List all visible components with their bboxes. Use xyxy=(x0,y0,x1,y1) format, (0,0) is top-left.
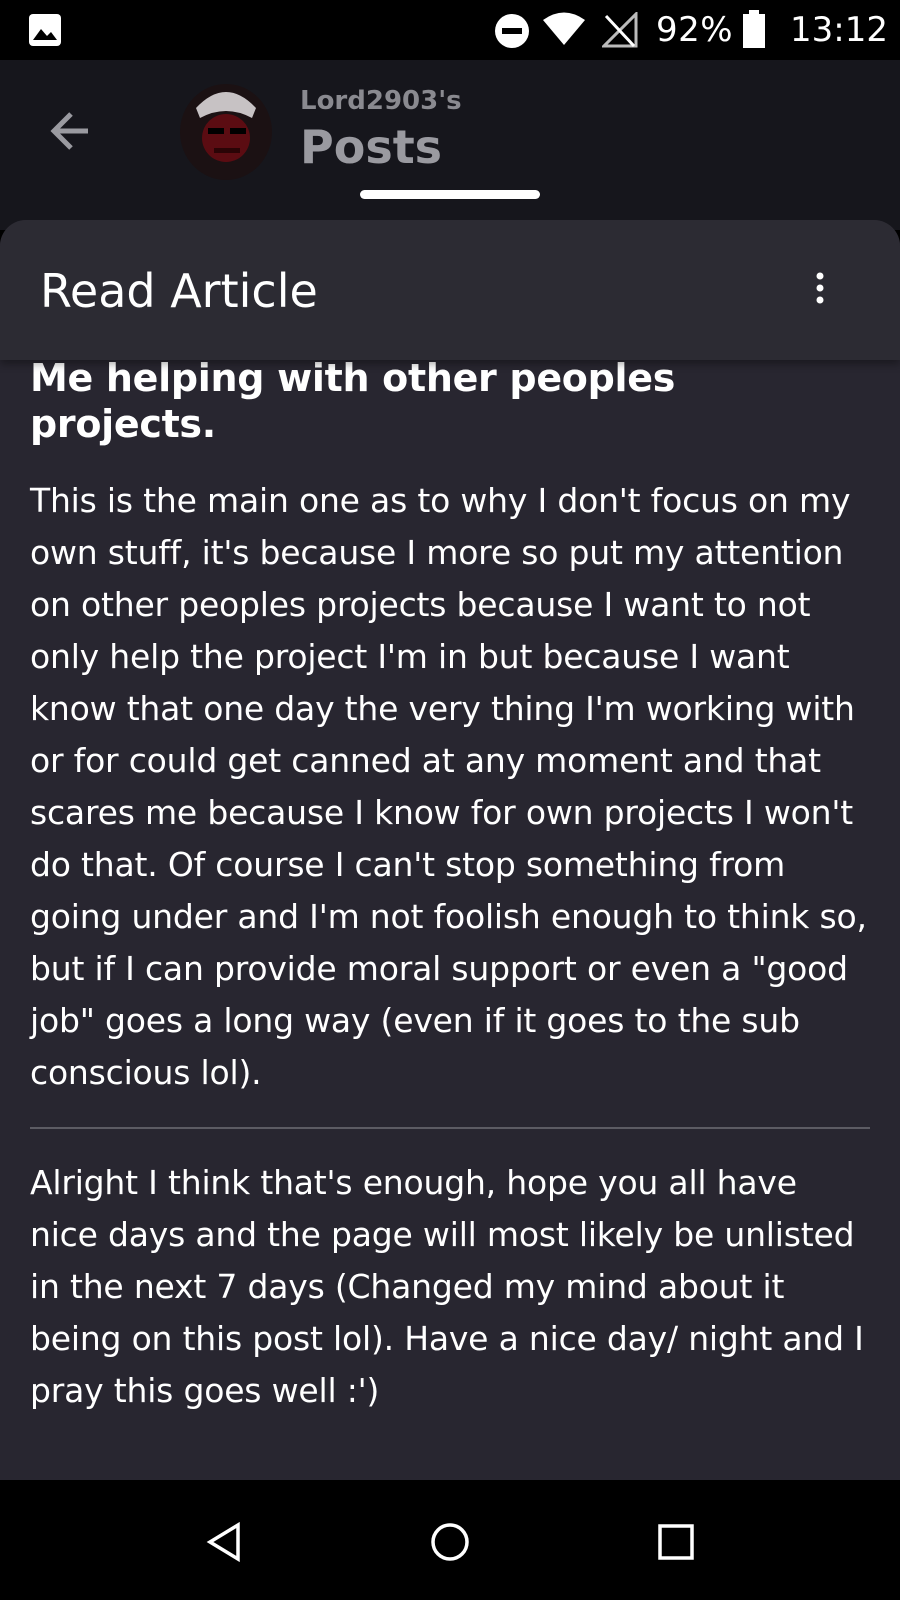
battery-percent: 92% xyxy=(656,10,734,50)
status-bar: 92% 13:12 xyxy=(0,0,900,60)
no-signal-icon xyxy=(602,12,638,48)
article-body: Me helping with other peoples projects. … xyxy=(30,356,870,1417)
article-paragraph: Alright I think that's enough, hope you … xyxy=(30,1163,864,1411)
nav-recents-icon[interactable] xyxy=(654,1520,698,1564)
do-not-disturb-icon xyxy=(495,14,529,48)
tab-indicator xyxy=(360,190,540,199)
posts-header: Lord2903's Posts xyxy=(0,60,900,230)
article-heading: Me helping with other peoples projects. xyxy=(30,356,676,446)
nav-back-icon[interactable] xyxy=(202,1520,246,1564)
nav-home-icon[interactable] xyxy=(428,1520,472,1564)
article-paragraph: This is the main one as to why I don't f… xyxy=(30,481,867,1093)
clock: 13:12 xyxy=(790,10,888,50)
sheet-title: Read Article xyxy=(40,264,318,318)
more-vertical-icon[interactable] xyxy=(800,268,840,312)
read-article-sheet: Read Article Me helping with other peopl… xyxy=(0,220,900,1480)
post-owner: Lord2903's xyxy=(300,86,462,116)
arrow-left-icon[interactable] xyxy=(44,104,98,158)
page-title: Posts xyxy=(300,120,443,174)
gallery-icon xyxy=(29,14,61,46)
sheet-toolbar: Read Article xyxy=(0,220,900,360)
navigation-bar xyxy=(0,1480,900,1600)
wifi-icon xyxy=(543,12,585,45)
divider xyxy=(30,1127,870,1130)
avatar[interactable] xyxy=(178,78,274,182)
battery-icon xyxy=(743,10,765,48)
